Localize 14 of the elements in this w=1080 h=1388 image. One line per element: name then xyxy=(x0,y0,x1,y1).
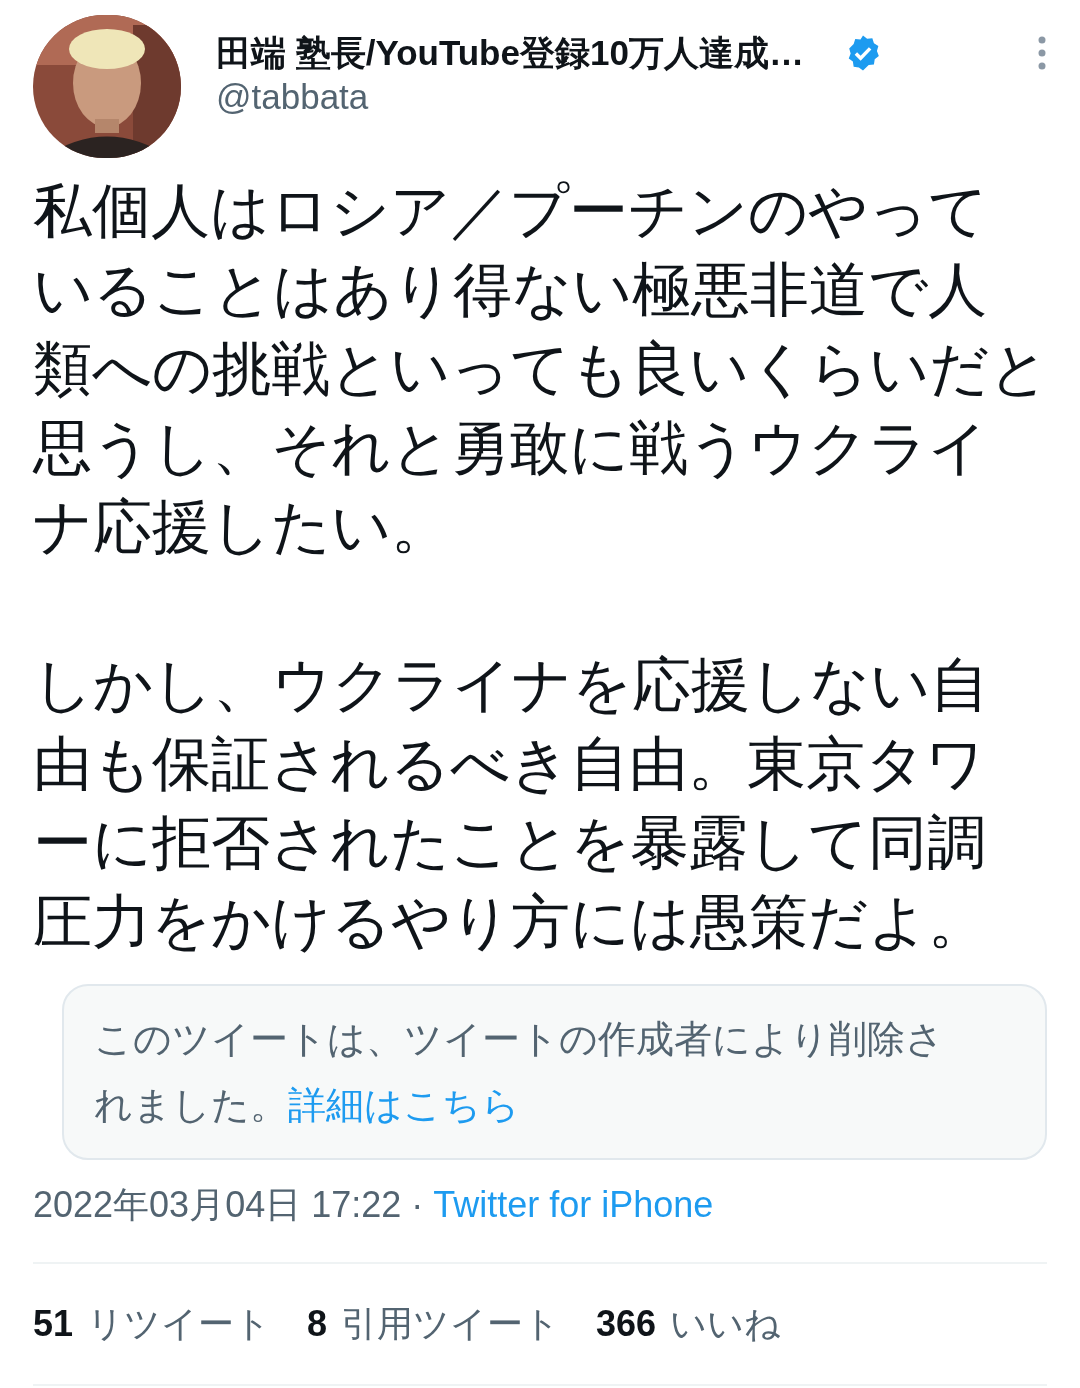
display-name[interactable]: 田端 塾長/YouTube登録10万人達成… xyxy=(216,32,804,74)
timestamp[interactable]: 2022年03月04日 17:22 xyxy=(33,1182,402,1228)
more-icon[interactable] xyxy=(1037,36,1047,70)
stat-count[interactable]: 8 xyxy=(307,1297,328,1351)
stat-label[interactable]: リツイート xyxy=(87,1297,272,1351)
separator: · xyxy=(411,1183,424,1227)
stat-label[interactable]: いいね xyxy=(670,1297,782,1351)
stat-label[interactable]: 引用ツイート xyxy=(341,1297,561,1351)
deleted-notice: このツイートは、ツイートの作成者により削除さ れました。詳細はこちら xyxy=(94,1017,945,1128)
tweet-paragraph: 私個人はロシア／プーチンのやって いることはあり得ない極悪非道で人 類への挑戦といっても良いくらいだと 思うし、それと勇敢に戦うウクライ ナ応援したい。 xyxy=(33,177,1047,562)
stat-count[interactable]: 51 xyxy=(33,1297,74,1351)
tweet-paragraph: しかし、ウクライナを応援しない自 由も保証されるべき自由。東京タワ ーに拒否されたことを暴露して同調 圧力をかけるやり方には愚策だよ。 xyxy=(33,651,990,957)
username[interactable]: @tabbata xyxy=(216,76,369,118)
stat-count[interactable]: 366 xyxy=(596,1297,657,1351)
